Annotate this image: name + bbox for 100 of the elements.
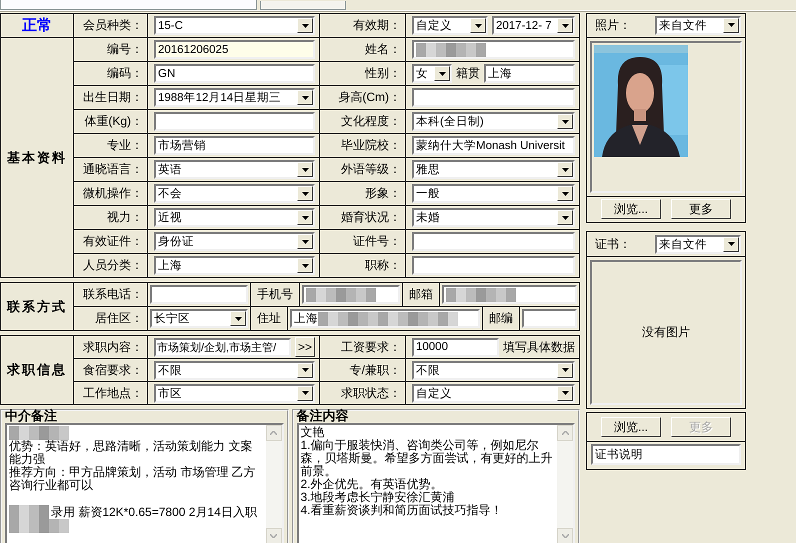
field-label: 会员种类：: [74, 14, 147, 37]
tab[interactable]: [260, 1, 346, 10]
field-label: 工资要求：: [320, 336, 405, 358]
dropdown[interactable]: 自定义: [412, 384, 575, 402]
text-field[interactable]: [302, 285, 400, 304]
field-label: 居住区：: [74, 307, 147, 330]
dropdown[interactable]: 不会: [154, 184, 315, 203]
field-label: 证书：: [595, 236, 632, 252]
caret-icon[interactable]: [723, 236, 739, 252]
button[interactable]: 更多: [671, 199, 731, 219]
field-label: 食宿要求：: [74, 359, 147, 381]
text-field[interactable]: 上海: [290, 309, 480, 328]
caret-icon[interactable]: [434, 66, 450, 81]
field-label: 专业：: [74, 134, 147, 157]
caret-icon[interactable]: [557, 18, 573, 33]
text-field[interactable]: [442, 285, 577, 304]
caret-icon[interactable]: [723, 18, 739, 33]
field-label: 手机号: [250, 283, 300, 306]
dropdown[interactable]: 来自文件: [655, 16, 741, 35]
button[interactable]: 浏览...: [601, 417, 661, 437]
dropdown[interactable]: 本科(全日制): [412, 112, 575, 131]
caret-icon[interactable]: [557, 186, 573, 201]
dropdown[interactable]: 未婚: [412, 208, 575, 227]
field-label: 编码：: [74, 62, 147, 85]
dropdown[interactable]: 身份证: [154, 232, 315, 251]
caret-icon[interactable]: [297, 386, 313, 400]
field-label: 身高(Cm)：: [320, 86, 405, 109]
group-title: 备注内容: [296, 409, 350, 423]
text-field[interactable]: [522, 309, 577, 328]
dropdown[interactable]: 雅思: [412, 160, 575, 179]
caret-icon[interactable]: [297, 234, 313, 249]
text-field[interactable]: 证书说明: [591, 444, 741, 465]
text-field[interactable]: 上海: [484, 64, 575, 83]
section-title: 求职信息: [1, 336, 73, 404]
caret-icon[interactable]: [230, 311, 246, 326]
text-area[interactable]: 优势：英语好，思路清晰，活动策划能力 文案能力强 推荐方向：甲方品牌策划，活动 市场管理 乙方咨询行业都可以 录用 薪资12K*0.65=7800 2月14日入职: [5, 423, 284, 543]
field-label: 文化程度：: [320, 110, 405, 133]
caret-icon[interactable]: [297, 186, 313, 201]
dropdown[interactable]: 1988年12月14日星期三: [154, 88, 315, 107]
field-label: 人员分类：: [74, 254, 147, 277]
field-label: 形象：: [320, 182, 405, 205]
caret-icon[interactable]: [297, 210, 313, 225]
dropdown[interactable]: 不限: [412, 360, 575, 380]
text-field[interactable]: 市场策划/企划,市场主管/: [154, 338, 291, 356]
caret-icon[interactable]: [297, 90, 313, 105]
dropdown[interactable]: 近视: [154, 208, 315, 227]
field-label: 姓名：: [320, 38, 405, 61]
dropdown[interactable]: 上海: [154, 256, 315, 275]
text-field[interactable]: 20161206025: [154, 40, 315, 59]
status-label: 正常: [1, 14, 73, 37]
text-field[interactable]: [150, 285, 248, 304]
tab[interactable]: [0, 0, 257, 10]
field-label: 视力：: [74, 206, 147, 229]
field-label: 有效期：: [320, 14, 405, 37]
dropdown[interactable]: 英语: [154, 160, 315, 179]
dropdown[interactable]: 15-C: [154, 16, 315, 35]
field-label: 出生日期：: [74, 86, 147, 109]
redacted-text: [9, 426, 69, 440]
field-label: 外语等级：: [320, 158, 405, 181]
caret-icon[interactable]: [557, 114, 573, 129]
section-title: 联系方式: [1, 283, 73, 330]
caret-icon[interactable]: [297, 362, 313, 378]
button[interactable]: 浏览...: [601, 199, 661, 219]
group-title: 中介备注: [5, 409, 58, 423]
dropdown[interactable]: 自定义: [412, 16, 488, 35]
more-button[interactable]: >>: [294, 337, 315, 357]
dropdown[interactable]: 不限: [154, 360, 315, 380]
text-field[interactable]: [412, 256, 575, 275]
text-field[interactable]: GN: [154, 64, 315, 83]
text-field[interactable]: [412, 88, 575, 107]
field-label: 住址: [250, 307, 288, 330]
dropdown[interactable]: 一般: [412, 184, 575, 203]
text-field[interactable]: [154, 112, 315, 131]
text-field[interactable]: [412, 232, 575, 251]
caret-icon[interactable]: [557, 210, 573, 225]
field-label: 证件号：: [320, 230, 405, 253]
text-area[interactable]: 文艳 1.偏向于服装快消、咨询类公司等，例如尼尔森，贝塔斯曼。希望多方面尝试，有更好的上升前景。 2.外企优先。有英语优势。 3.地段考虑长宁静安徐汇黄浦 4.看重薪资谈判和简历面试技巧指导！: [296, 423, 575, 543]
caret-icon[interactable]: [557, 386, 573, 400]
dropdown[interactable]: 女: [412, 64, 452, 83]
field-label: 求职状态：: [320, 382, 405, 404]
field-label: 联系电话：: [74, 283, 147, 306]
caret-icon[interactable]: [297, 18, 313, 33]
dropdown[interactable]: 长宁区: [150, 309, 248, 328]
caret-icon[interactable]: [297, 258, 313, 273]
field-label: 邮箱: [402, 283, 440, 306]
text-field[interactable]: 市场营销: [154, 136, 315, 155]
empty-message: 没有图片: [642, 324, 690, 341]
caret-icon[interactable]: [470, 18, 486, 33]
text-field[interactable]: 蒙纳什大学Monash Universit: [412, 136, 575, 155]
date-dropdown[interactable]: 2017-12- 7: [492, 16, 575, 35]
caret-icon[interactable]: [297, 162, 313, 177]
dropdown[interactable]: 市区: [154, 384, 315, 402]
caret-icon[interactable]: [557, 362, 573, 378]
text-field[interactable]: [412, 40, 575, 59]
text-field[interactable]: 10000: [412, 338, 499, 356]
field-label: 通晓语言：: [74, 158, 147, 181]
caret-icon[interactable]: [557, 162, 573, 177]
field-label: 毕业院校：: [320, 134, 405, 157]
dropdown[interactable]: 来自文件: [655, 234, 741, 254]
field-label: 职称：: [320, 254, 405, 277]
